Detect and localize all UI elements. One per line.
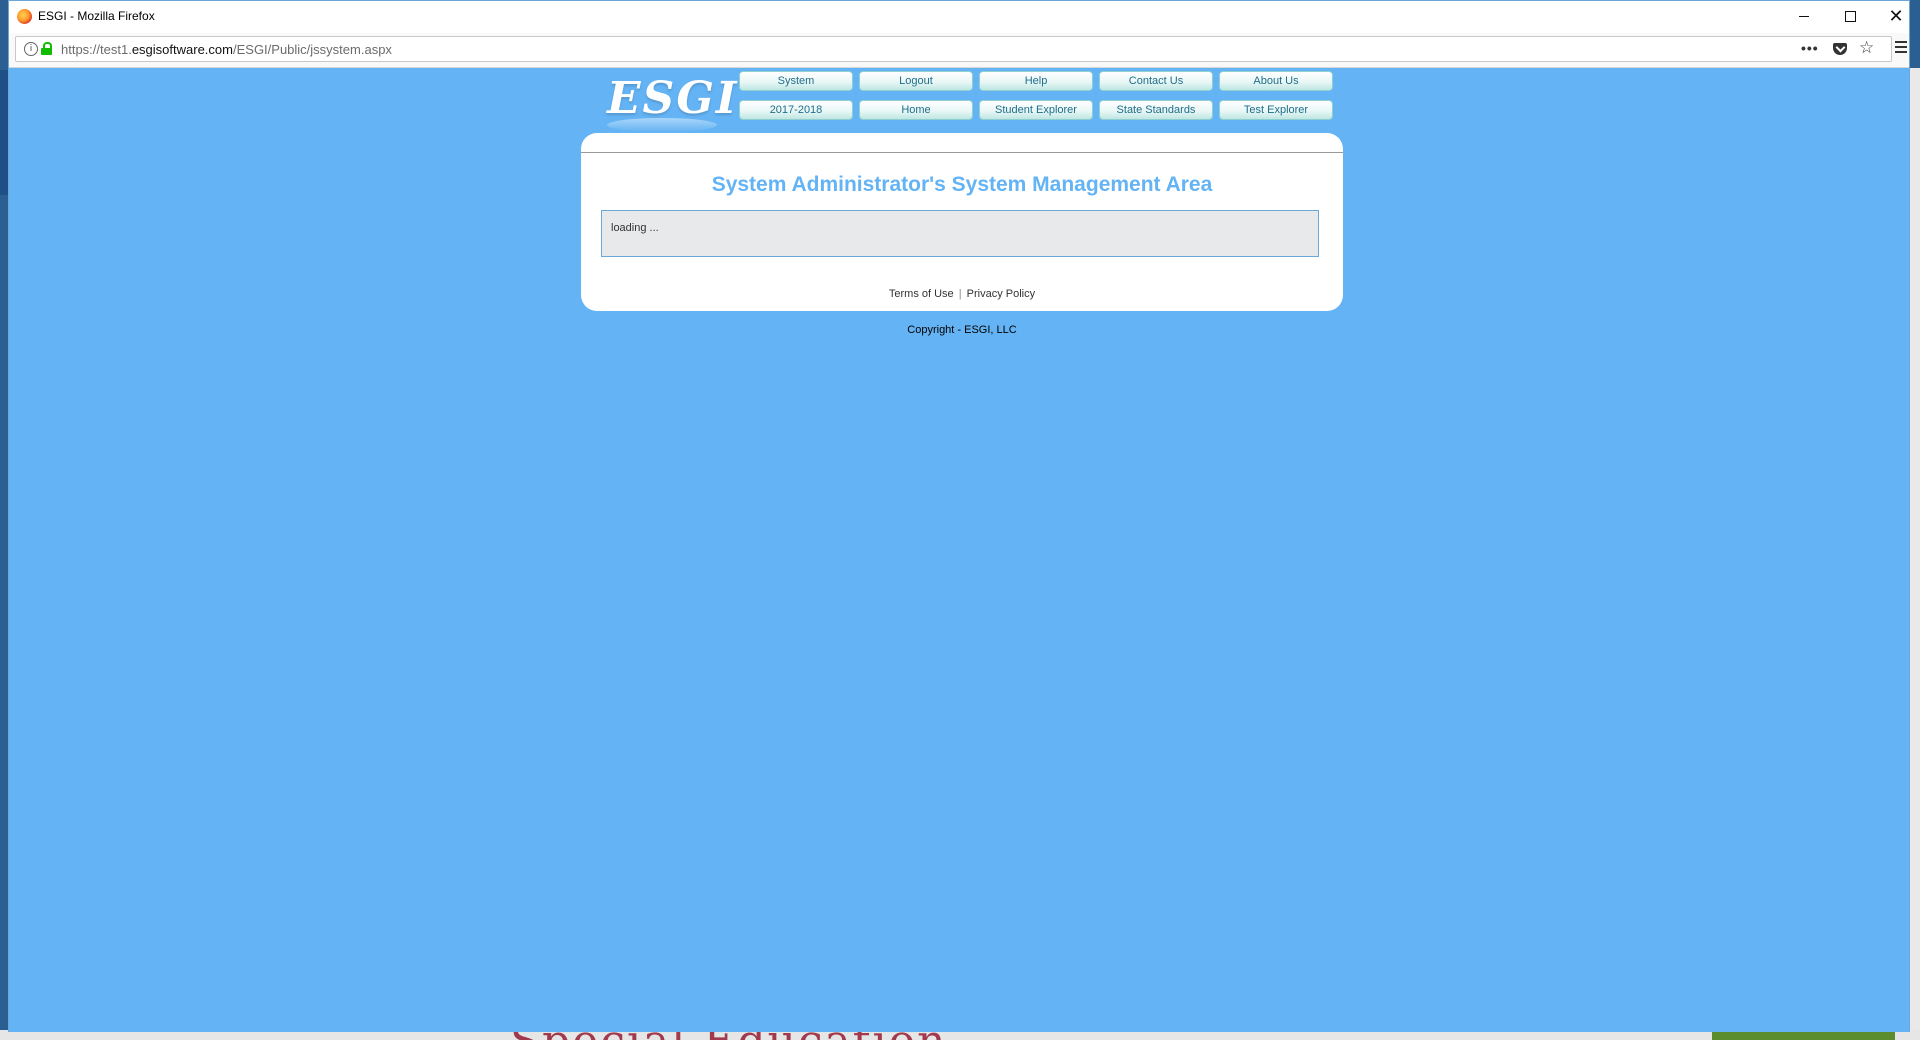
url-text[interactable]: https://test1.esgisoftware.com/ESGI/Publ…	[61, 42, 392, 57]
maximize-button[interactable]	[1827, 1, 1873, 31]
copyright-text: Copyright - ESGI, LLC	[907, 324, 1017, 336]
menu-icon[interactable]	[1895, 41, 1907, 56]
nav-button-home[interactable]: Home	[859, 100, 973, 120]
desktop-background-strip	[0, 70, 8, 195]
footer-separator: |	[958, 288, 962, 300]
url-domain: esgisoftware.com	[131, 42, 233, 57]
address-bar[interactable]: i https://test1.esgisoftware.com/ESGI/Pu…	[15, 36, 1892, 62]
url-path: /ESGI/Public/jssystem.aspx	[232, 42, 392, 57]
page-actions-icon[interactable]: •••	[1801, 40, 1819, 56]
panel-divider	[581, 152, 1343, 153]
footer-links: Terms of Use | Privacy Policy	[581, 288, 1343, 300]
firefox-logo-icon	[17, 9, 32, 24]
terms-of-use-link[interactable]: Terms of Use	[889, 288, 954, 300]
nav-button-logout[interactable]: Logout	[859, 71, 973, 91]
title-bar: ESGI - Mozilla Firefox ✕	[9, 1, 1909, 33]
nav-button-about-us[interactable]: About Us	[1219, 71, 1333, 91]
nav-button-test-explorer[interactable]: Test Explorer	[1219, 100, 1333, 120]
window-title: ESGI - Mozilla Firefox	[38, 9, 155, 23]
nav-button-help[interactable]: Help	[979, 71, 1093, 91]
url-prefix: https://test1.	[61, 42, 132, 57]
browser-window: ESGI - Mozilla Firefox ✕ i https://test1…	[8, 0, 1910, 1032]
site-info-icon[interactable]: i	[24, 42, 38, 56]
nav-button-system[interactable]: System	[739, 71, 853, 91]
nav-button-student-explorer[interactable]: Student Explorer	[979, 100, 1093, 120]
desktop-background-right	[1910, 68, 1920, 1030]
minimize-button[interactable]	[1781, 1, 1827, 31]
page-title: System Administrator's System Management…	[711, 173, 1213, 196]
loading-box: loading ...	[601, 210, 1319, 257]
maximize-icon	[1844, 10, 1856, 22]
privacy-policy-link[interactable]: Privacy Policy	[967, 288, 1035, 300]
bookmark-star-icon[interactable]: ☆	[1859, 38, 1874, 58]
pocket-icon[interactable]	[1833, 43, 1847, 55]
minimize-icon	[1799, 15, 1809, 17]
close-icon: ✕	[1888, 6, 1904, 26]
lock-icon[interactable]	[41, 42, 52, 55]
esgi-logo: ESGI	[607, 73, 739, 124]
nav-button-contact-us[interactable]: Contact Us	[1099, 71, 1213, 91]
logo-reflection	[607, 118, 717, 132]
main-panel: System Administrator's System Management…	[581, 133, 1343, 311]
navigation-toolbar: i https://test1.esgisoftware.com/ESGI/Pu…	[9, 33, 1909, 68]
close-button[interactable]: ✕	[1873, 1, 1919, 31]
nav-button-state-standards[interactable]: State Standards	[1099, 100, 1213, 120]
nav-button-school-year[interactable]: 2017-2018	[739, 100, 853, 120]
page-content: ESGI System Logout Help Contact Us About…	[9, 68, 1909, 1032]
